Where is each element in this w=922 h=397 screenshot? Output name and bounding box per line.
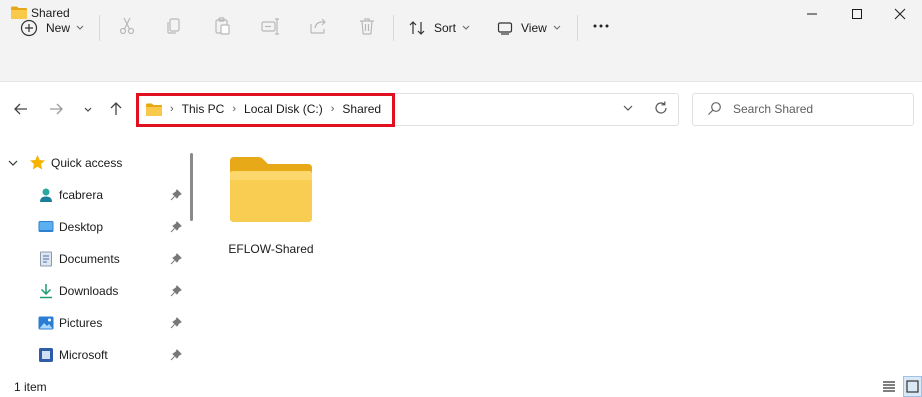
minimize-icon (807, 13, 817, 15)
status-bar (0, 376, 922, 397)
sidebar-item-documents[interactable]: Documents (0, 247, 186, 271)
more-icon[interactable] (591, 16, 611, 36)
address-highlight-box (136, 93, 395, 127)
sidebar-item-label: Microsoft (59, 348, 108, 362)
pin-icon (170, 317, 182, 329)
new-label: New (46, 21, 71, 35)
sidebar-item-label: Desktop (59, 220, 104, 234)
recent-chevron-icon[interactable] (79, 100, 97, 118)
copy-icon[interactable] (164, 16, 184, 36)
maximize-icon (852, 9, 862, 19)
sort-label: Sort (434, 21, 457, 35)
cut-icon[interactable] (117, 16, 137, 36)
up-arrow-icon[interactable] (107, 100, 125, 118)
back-arrow-icon[interactable] (12, 100, 30, 118)
forward-arrow-icon[interactable] (47, 100, 65, 118)
documents-icon (40, 251, 52, 267)
details-view-icon[interactable] (880, 378, 898, 394)
microsoft-icon (39, 348, 53, 362)
folder-icon (230, 157, 312, 222)
star-icon (30, 155, 45, 170)
tiles-view-icon (906, 380, 919, 393)
downloads-icon (40, 284, 52, 299)
toolbar-divider (393, 15, 394, 41)
close-button[interactable] (878, 0, 922, 28)
sidebar-item-quick-access[interactable]: Quick access (0, 151, 186, 175)
sidebar-scrollbar[interactable] (190, 153, 193, 221)
chevron-down-icon (553, 25, 561, 30)
chevron-down-icon[interactable] (622, 103, 634, 113)
sidebar-item-label: fcabrera (59, 188, 104, 202)
search-input[interactable]: Search Shared (733, 102, 813, 116)
share-icon[interactable] (308, 16, 328, 36)
sort-button[interactable]: Sort (408, 13, 470, 43)
close-icon (894, 8, 906, 20)
sidebar-item-pictures[interactable]: Pictures (0, 311, 186, 335)
pictures-icon (38, 316, 54, 330)
pin-icon (170, 285, 182, 297)
pin-icon (170, 189, 182, 201)
search-icon (708, 102, 721, 115)
pin-icon (170, 253, 182, 265)
desktop-icon (38, 221, 54, 232)
minimize-button[interactable] (790, 0, 834, 28)
sidebar-item-label: Documents (59, 252, 120, 266)
sidebar-item-label: Downloads (59, 284, 119, 298)
pin-icon (170, 221, 182, 233)
view-label: View (521, 21, 547, 35)
folder-item-label: EFLOW-Shared (228, 242, 314, 256)
sidebar-item-label: Pictures (59, 316, 103, 330)
chevron-down-icon (462, 25, 470, 30)
chevron-down-icon (76, 25, 84, 30)
paste-icon[interactable] (212, 16, 232, 36)
sidebar-item-desktop[interactable]: Desktop (0, 215, 186, 239)
sidebar-item-label: Quick access (51, 156, 123, 170)
user-icon (40, 188, 52, 202)
sidebar-item-microsoft[interactable]: Microsoft (0, 343, 186, 367)
toolbar-divider (99, 15, 100, 41)
item-count: 1 item (14, 380, 47, 394)
rename-icon[interactable] (260, 16, 280, 36)
sidebar-item-fcabrera[interactable]: fcabrera (0, 183, 186, 207)
sort-icon (409, 21, 425, 35)
view-icon (497, 22, 513, 35)
pin-icon (170, 349, 182, 361)
toolbar-divider (577, 15, 578, 41)
maximize-button[interactable] (835, 0, 879, 28)
view-button[interactable]: View (497, 13, 561, 43)
plus-circle-icon (20, 19, 38, 37)
delete-icon[interactable] (357, 16, 377, 36)
large-icons-view-button[interactable] (903, 376, 922, 397)
sidebar-item-downloads[interactable]: Downloads (0, 279, 186, 303)
new-button[interactable]: New (20, 13, 84, 43)
chevron-down-icon[interactable] (8, 159, 18, 167)
refresh-icon[interactable] (653, 100, 669, 116)
